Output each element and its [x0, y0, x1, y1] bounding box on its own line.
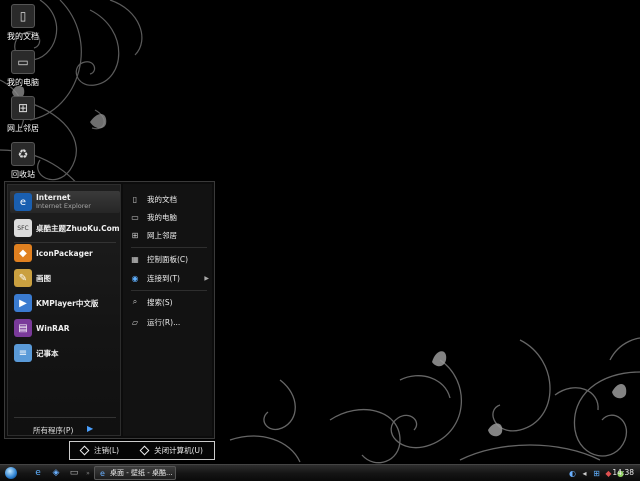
quicklaunch-desktop-icon[interactable]: ▭ [68, 467, 80, 479]
taskbar-window-button[interactable]: e 桌面 - 壁纸 - 桌酷... [94, 466, 176, 480]
program-title: Internet [36, 193, 71, 202]
all-programs-label[interactable]: 所有程序(P) [33, 425, 73, 436]
desktop-icon-network-places[interactable]: ⊞ 网上邻居 [0, 96, 46, 134]
logoff-button[interactable]: 注销(L) [79, 445, 120, 456]
place-label: 我的电脑 [147, 212, 177, 222]
program-iconpackager[interactable]: ◆ IconPackager [10, 242, 120, 264]
program-title: 画图 [36, 273, 51, 283]
my-documents-icon: ▯ [132, 194, 138, 204]
recycle-bin-icon: ♻ [11, 142, 35, 166]
internet-explorer-icon: e [14, 193, 32, 211]
my-computer-icon: ▭ [131, 212, 139, 222]
place-run[interactable]: ▱ 运行(R)... [129, 314, 211, 330]
divider [131, 290, 207, 291]
place-my-computer[interactable]: ▭ 我的电脑 [129, 209, 211, 225]
program-subtitle: Internet Explorer [36, 202, 91, 210]
tray-volume-icon[interactable]: ◂ [580, 469, 589, 478]
desktop-icon-my-documents[interactable]: ▯ 我的文档 [0, 4, 46, 42]
taskbar-window-title: 桌面 - 壁纸 - 桌酷... [110, 469, 173, 477]
winrar-icon: ▤ [14, 319, 32, 337]
power-bar: 注销(L) 关闭计算机(U) [69, 441, 215, 460]
quicklaunch-more-icon[interactable]: » [82, 467, 94, 479]
program-title: 记事本 [36, 348, 59, 358]
desktop-icon-recycle-bin[interactable]: ♻ 回收站 [0, 142, 46, 180]
place-label: 连接到(T) [147, 273, 180, 283]
my-computer-icon: ▭ [11, 50, 35, 74]
tray-network-icon[interactable]: ◐ [568, 469, 577, 478]
program-paint[interactable]: ✎ 画图 [10, 267, 120, 289]
place-search[interactable]: ⌕ 搜索(S) [129, 294, 211, 310]
program-winrar[interactable]: ▤ WinRAR [10, 317, 120, 339]
network-places-icon: ⊞ [11, 96, 35, 120]
divider [131, 247, 207, 248]
program-internet-explorer[interactable]: e Internet Internet Explorer [10, 191, 120, 213]
program-title: 桌酷主题ZhuoKu.Com [36, 223, 120, 233]
quicklaunch-explorer-icon[interactable]: ◈ [50, 467, 62, 479]
start-button[interactable] [5, 467, 17, 479]
tray-connection-icon[interactable]: ⊞ [592, 469, 601, 478]
place-label: 搜索(S) [147, 297, 173, 307]
desktop-icon-label: 回收站 [11, 170, 35, 179]
program-title: WinRAR [36, 323, 70, 333]
shutdown-icon [139, 445, 150, 456]
start-menu: e Internet Internet Explorer SFC 桌酷主题Zhu… [4, 181, 215, 439]
program-title: KMPlayer中文版 [36, 298, 99, 308]
program-zhuoku-theme[interactable]: SFC 桌酷主题ZhuoKu.Com [10, 217, 120, 239]
clock[interactable]: 14:38 [612, 468, 634, 477]
network-places-icon: ⊞ [131, 230, 139, 240]
connect-to-icon: ◉ [131, 273, 139, 283]
program-title: IconPackager [36, 248, 93, 258]
all-programs-arrow-icon[interactable]: ▶ [87, 424, 93, 433]
place-control-panel[interactable]: ▦ 控制面板(C) [129, 251, 211, 267]
taskbar: e ◈ ▭ » e 桌面 - 壁纸 - 桌酷... ◐ ◂ ⊞ ◆ ● 14:3… [0, 464, 640, 481]
place-label: 我的文档 [147, 194, 177, 204]
control-panel-icon: ▦ [131, 254, 139, 264]
divider [14, 417, 116, 418]
place-label: 运行(R)... [147, 317, 181, 327]
start-menu-places-pane: ▯ 我的文档 ▭ 我的电脑 ⊞ 网上邻居 ▦ 控制面板(C) ◉ 连接到(T) … [123, 184, 212, 436]
desktop-icon-my-computer[interactable]: ▭ 我的电脑 [0, 50, 46, 88]
submenu-arrow-icon: ▶ [204, 274, 209, 282]
iconpackager-icon: ◆ [14, 244, 32, 262]
desktop-icon-label: 我的电脑 [7, 78, 39, 87]
program-notepad[interactable]: ≡ 记事本 [10, 342, 120, 364]
place-label: 网上邻居 [147, 230, 177, 240]
desktop-icon-label: 我的文档 [7, 32, 39, 41]
run-icon: ▱ [131, 317, 139, 327]
paint-icon: ✎ [14, 269, 32, 287]
place-my-documents[interactable]: ▯ 我的文档 [129, 191, 211, 207]
my-documents-icon: ▯ [11, 4, 35, 28]
place-label: 控制面板(C) [147, 254, 189, 264]
zhuoku-theme-icon: SFC [14, 219, 32, 237]
quicklaunch-ie-icon[interactable]: e [32, 467, 44, 479]
program-kmplayer[interactable]: ▶ KMPlayer中文版 [10, 292, 120, 314]
notepad-icon: ≡ [14, 344, 32, 362]
logoff-label: 注销(L) [94, 446, 120, 455]
shutdown-button[interactable]: 关闭计算机(U) [139, 445, 203, 456]
place-connect-to[interactable]: ◉ 连接到(T) ▶ [129, 270, 211, 286]
desktop-icon-label: 网上邻居 [7, 124, 39, 133]
shutdown-label: 关闭计算机(U) [154, 446, 203, 455]
logoff-icon [79, 445, 90, 456]
place-network-places[interactable]: ⊞ 网上邻居 [129, 227, 211, 243]
start-menu-programs-pane: e Internet Internet Explorer SFC 桌酷主题Zhu… [7, 184, 121, 436]
kmplayer-icon: ▶ [14, 294, 32, 312]
browser-icon: e [100, 468, 105, 478]
search-icon: ⌕ [132, 297, 138, 306]
